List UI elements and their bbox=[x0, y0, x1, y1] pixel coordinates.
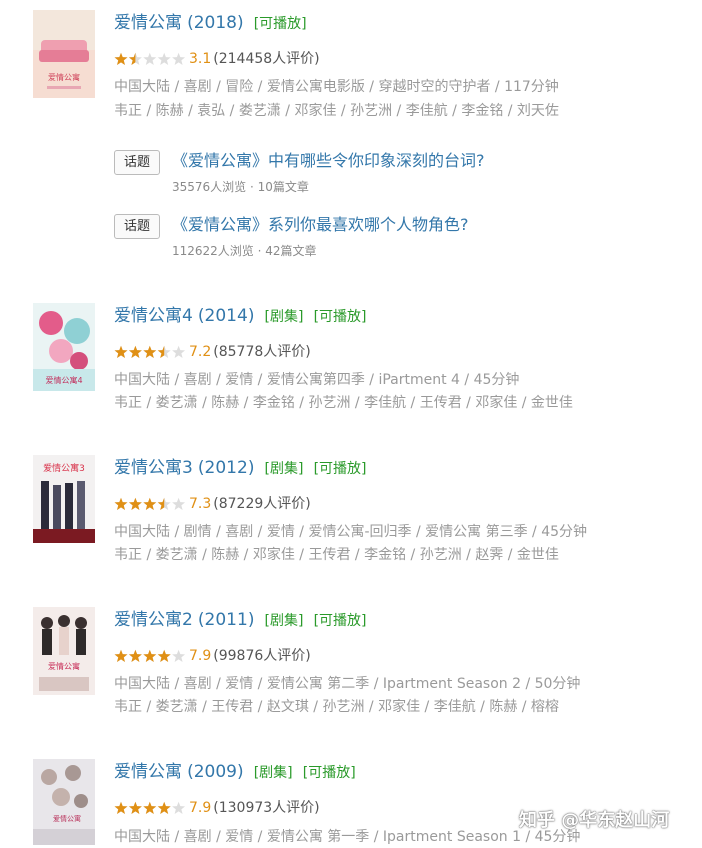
movie-cast: 韦正 / 娄艺潇 / 陈赫 / 邓家佳 / 王传君 / 李金铭 / 孙艺洲 / … bbox=[114, 547, 559, 563]
movie-cast: 韦正 / 陈赫 / 袁弘 / 娄艺潇 / 邓家佳 / 孙艺洲 / 李佳航 / 李… bbox=[114, 103, 559, 119]
topic-title-link[interactable]: 《爱情公寓》中有哪些令你印象深刻的台词? bbox=[172, 150, 485, 172]
playable-tag[interactable]: [可播放] bbox=[314, 461, 367, 477]
rating-score: 3.1 bbox=[189, 51, 212, 67]
rating-score: 7.2 bbox=[189, 344, 212, 360]
series-tag[interactable]: [剧集] bbox=[254, 765, 293, 781]
movie-title-link[interactable]: 爱情公寓 bbox=[114, 762, 182, 782]
rating-row: 3.1 (214458人评价) bbox=[114, 48, 320, 70]
poster-thumbnail[interactable]: 爱情公寓 bbox=[33, 759, 95, 847]
rating-count: (130973人评价) bbox=[213, 800, 320, 816]
star-empty-icon bbox=[172, 801, 186, 814]
star-filled-icon bbox=[157, 649, 171, 662]
movie-year: (2012) bbox=[197, 458, 255, 478]
rating-stars bbox=[114, 648, 186, 670]
svg-text:爱情公寓3: 爱情公寓3 bbox=[43, 462, 85, 474]
topic-title-link[interactable]: 《爱情公寓》系列你最喜欢哪个人物角色? bbox=[172, 214, 469, 236]
poster-thumbnail[interactable]: 爱情公寓 bbox=[33, 10, 95, 98]
poster-thumbnail[interactable]: 爱情公寓 bbox=[33, 607, 95, 695]
movie-title-link[interactable]: 爱情公寓2 bbox=[114, 610, 193, 630]
rating-score: 7.9 bbox=[189, 800, 212, 816]
title-row: 爱情公寓 (2009) [剧集] [可播放] bbox=[114, 759, 356, 785]
title-row: 爱情公寓2 (2011) [剧集] [可播放] bbox=[114, 607, 367, 633]
star-filled-icon bbox=[143, 649, 157, 662]
movie-title-link[interactable]: 爱情公寓 bbox=[114, 13, 182, 33]
star-empty-icon bbox=[172, 497, 186, 510]
rating-count: (85778人评价) bbox=[213, 344, 311, 360]
movie-cast: 韦正 / 娄艺潇 / 王传君 / 赵文琪 / 孙艺洲 / 邓家佳 / 李佳航 /… bbox=[114, 699, 559, 715]
star-filled-icon bbox=[157, 801, 171, 814]
movie-cast: 韦正 / 娄艺潇 / 陈赫 / 李金铭 / 孙艺洲 / 李佳航 / 王传君 / … bbox=[114, 395, 573, 411]
rating-stars bbox=[114, 344, 186, 366]
svg-text:爱情公寓4: 爱情公寓4 bbox=[45, 375, 82, 385]
playable-tag[interactable]: [可播放] bbox=[314, 309, 367, 325]
playable-tag[interactable]: [可播放] bbox=[314, 613, 367, 629]
svg-text:爱情公寓: 爱情公寓 bbox=[53, 814, 81, 823]
movie-year: (2009) bbox=[187, 762, 244, 782]
playable-tag[interactable]: [可播放] bbox=[254, 16, 307, 32]
topic-stats: 35576人浏览 · 10篇文章 bbox=[172, 180, 309, 194]
movie-year: (2018) bbox=[187, 13, 244, 33]
star-empty-icon bbox=[157, 52, 171, 65]
star-filled-icon bbox=[114, 497, 128, 510]
topic-badge[interactable]: 话题 bbox=[114, 150, 160, 175]
star-filled-icon bbox=[128, 649, 142, 662]
movie-meta: 中国大陆 / 剧情 / 喜剧 / 爱情 / 爱情公寓-回归季 / 爱情公寓 第三… bbox=[114, 524, 588, 540]
series-tag[interactable]: [剧集] bbox=[265, 461, 304, 477]
star-filled-icon bbox=[114, 52, 128, 65]
movie-meta: 中国大陆 / 喜剧 / 冒险 / 爱情公寓电影版 / 穿越时空的守护者 / 11… bbox=[114, 79, 559, 95]
watermark: 知乎 @华东赵山河 bbox=[519, 810, 670, 831]
topic-badge[interactable]: 话题 bbox=[114, 214, 160, 239]
rating-row: 7.9 (99876人评价) bbox=[114, 645, 311, 667]
rating-row: 7.2 (85778人评价) bbox=[114, 341, 311, 363]
movie-year: (2014) bbox=[197, 306, 255, 326]
star-filled-icon bbox=[114, 345, 128, 358]
rating-row: 7.3 (87229人评价) bbox=[114, 493, 311, 515]
title-row: 爱情公寓4 (2014) [剧集] [可播放] bbox=[114, 303, 367, 329]
rating-count: (99876人评价) bbox=[213, 648, 311, 664]
rating-stars bbox=[114, 800, 186, 822]
playable-tag[interactable]: [可播放] bbox=[303, 765, 356, 781]
star-filled-icon bbox=[143, 801, 157, 814]
movie-year: (2011) bbox=[197, 610, 255, 630]
movie-title-link[interactable]: 爱情公寓3 bbox=[114, 458, 193, 478]
star-filled-icon bbox=[128, 497, 142, 510]
title-row: 爱情公寓 (2018) [可播放] bbox=[114, 10, 307, 36]
poster-thumbnail[interactable]: 爱情公寓4 bbox=[33, 303, 95, 391]
star-empty-icon bbox=[172, 345, 186, 358]
series-tag[interactable]: [剧集] bbox=[265, 309, 304, 325]
movie-meta: 中国大陆 / 喜剧 / 爱情 / 爱情公寓第四季 / iPartment 4 /… bbox=[114, 372, 520, 388]
rating-count: (214458人评价) bbox=[213, 51, 320, 67]
svg-text:爱情公寓: 爱情公寓 bbox=[48, 661, 80, 671]
star-empty-icon bbox=[172, 52, 186, 65]
rating-row: 7.9 (130973人评价) bbox=[114, 797, 320, 819]
series-tag[interactable]: [剧集] bbox=[265, 613, 304, 629]
topic-stats: 112622人浏览 · 42篇文章 bbox=[172, 244, 317, 258]
star-filled-icon bbox=[114, 649, 128, 662]
movie-title-link[interactable]: 爱情公寓4 bbox=[114, 306, 193, 326]
rating-score: 7.3 bbox=[189, 496, 212, 512]
title-row: 爱情公寓3 (2012) [剧集] [可播放] bbox=[114, 455, 367, 481]
rating-stars bbox=[114, 496, 186, 518]
poster-thumbnail[interactable]: 爱情公寓3 bbox=[33, 455, 95, 543]
star-empty-icon bbox=[143, 52, 157, 65]
star-filled-icon bbox=[114, 801, 128, 814]
rating-count: (87229人评价) bbox=[213, 496, 311, 512]
svg-text:爱情公寓: 爱情公寓 bbox=[48, 72, 80, 82]
star-filled-icon bbox=[143, 497, 157, 510]
star-empty-icon bbox=[172, 649, 186, 662]
movie-meta: 中国大陆 / 喜剧 / 爱情 / 爱情公寓 第二季 / Ipartment Se… bbox=[114, 676, 581, 692]
star-filled-icon bbox=[128, 345, 142, 358]
star-filled-icon bbox=[128, 801, 142, 814]
rating-stars bbox=[114, 51, 186, 73]
star-filled-icon bbox=[143, 345, 157, 358]
rating-score: 7.9 bbox=[189, 648, 212, 664]
